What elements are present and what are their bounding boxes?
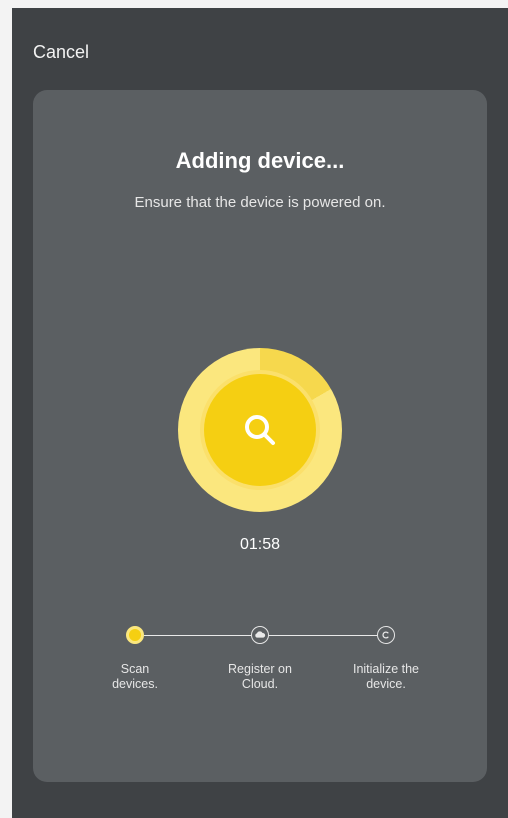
step-label-line: device. — [366, 677, 406, 691]
step-label-scan: Scan devices. — [75, 662, 195, 692]
search-icon — [245, 415, 275, 445]
step-label-register: Register on Cloud. — [200, 662, 320, 692]
step-label-line: Register on — [228, 662, 292, 676]
app-screen: Cancel Adding device... Ensure that the … — [12, 8, 508, 818]
step-connector-2 — [269, 635, 377, 636]
step-label-line: devices. — [112, 677, 158, 691]
step-label-line: Scan — [120, 662, 150, 676]
cancel-button[interactable]: Cancel — [33, 42, 89, 63]
progress-ring-core — [204, 374, 316, 486]
cloud-icon — [255, 631, 266, 638]
c-circle-icon — [382, 631, 389, 639]
scanning-progress-ring — [178, 348, 342, 512]
step-label-initialize: Initialize the device. — [326, 662, 446, 692]
instruction-text: Ensure that the device is powered on. — [134, 194, 386, 211]
page-title: Adding device... — [175, 148, 345, 173]
step-scan-indicator — [126, 626, 144, 644]
adding-device-card: Adding device... Ensure that the device … — [33, 90, 487, 782]
countdown-timer: 01:58 — [239, 536, 281, 553]
step-register-indicator — [251, 626, 269, 644]
step-connector-1 — [144, 635, 251, 636]
step-label-line: Cloud. — [241, 677, 279, 691]
step-label-line: Initialize the — [352, 662, 419, 676]
progress-steps: Scan devices. Register on Cloud. Initial… — [33, 618, 487, 708]
step-initialize-indicator — [377, 626, 395, 644]
